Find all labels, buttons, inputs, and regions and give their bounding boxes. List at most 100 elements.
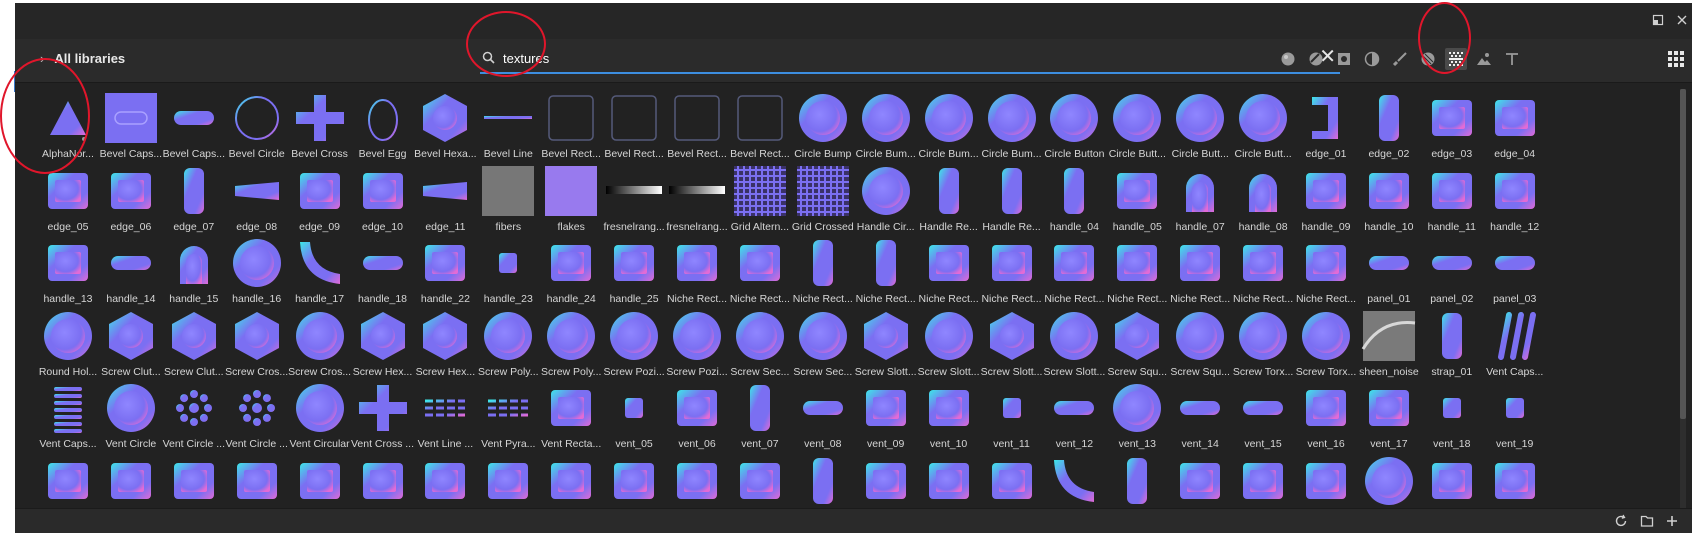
asset-tile[interactable]: Vent Caps... [1482,307,1548,381]
asset-tile[interactable]: Vent Circle ... [161,379,227,453]
asset-tile[interactable]: handle_22 [412,234,478,308]
asset-tile[interactable]: sheen_noise [1356,307,1422,381]
asset-tile[interactable]: Screw Clut... [161,307,227,381]
asset-tile[interactable]: Vent Circle ... [224,379,290,453]
asset-tile[interactable]: handle_25 [601,234,667,308]
asset-tile[interactable]: vent_09 [853,379,919,453]
asset-tile[interactable]: Screw Pozi... [601,307,667,381]
asset-tile[interactable]: Niche Rect... [727,234,793,308]
asset-tile[interactable]: vent_05 [601,379,667,453]
new-folder-icon[interactable] [1640,514,1654,531]
asset-tile[interactable]: Vent Circle [98,379,164,453]
asset-tile[interactable]: handle_17 [287,234,353,308]
asset-tile[interactable]: panel_01 [1356,234,1422,308]
environment-filter-icon[interactable] [1473,48,1495,70]
asset-tile[interactable]: strap_01 [1419,307,1485,381]
search-bar[interactable]: ✕ [480,43,1340,74]
asset-tile[interactable]: Screw Sec... [727,307,793,381]
asset-tile[interactable]: Vent Caps... [35,379,101,453]
asset-tile[interactable]: vent_18 [1419,379,1485,453]
asset-tile[interactable]: Niche Rect... [1293,234,1359,308]
asset-tile[interactable]: Screw Torx... [1293,307,1359,381]
maximize-icon[interactable] [1652,13,1664,29]
asset-tile[interactable]: panel_03 [1482,234,1548,308]
asset-tile[interactable]: edge_08 [224,162,290,236]
asset-tile[interactable]: Screw Poly... [475,307,541,381]
asset-tile[interactable]: vent_14 [1167,379,1233,453]
asset-tile[interactable]: vent_08 [790,379,856,453]
asset-tile[interactable]: edge_02 [1356,89,1422,163]
asset-tile[interactable]: Vent Line ... [412,379,478,453]
asset-tile[interactable]: Bevel Rect... [538,89,604,163]
asset-tile[interactable]: Niche Rect... [853,234,919,308]
asset-tile[interactable]: handle_07 [1167,162,1233,236]
asset-tile[interactable]: edge_03 [1419,89,1485,163]
asset-tile[interactable]: Bevel Rect... [664,89,730,163]
asset-tile[interactable]: Circle Bum... [979,89,1045,163]
asset-tile[interactable]: edge_10 [350,162,416,236]
asset-tile[interactable]: vent_16 [1293,379,1359,453]
asset-tile[interactable]: vent_07 [727,379,793,453]
asset-tile[interactable]: Screw Squ... [1167,307,1233,381]
asset-tile[interactable]: Circle Butt... [1230,89,1296,163]
asset-tile[interactable]: handle_12 [1482,162,1548,236]
asset-tile[interactable]: edge_11 [412,162,478,236]
asset-tile[interactable]: Round Hol... [35,307,101,381]
asset-tile[interactable]: Niche Rect... [664,234,730,308]
asset-tile[interactable]: Screw Hex... [412,307,478,381]
brush-filter-icon[interactable] [1389,48,1411,70]
asset-tile[interactable]: Screw Hex... [350,307,416,381]
asset-tile[interactable]: Screw Poly... [538,307,604,381]
asset-tile[interactable]: Niche Rect... [979,234,1045,308]
asset-tile[interactable]: Screw Slott... [853,307,919,381]
asset-tile[interactable]: edge_04 [1482,89,1548,163]
asset-tile[interactable]: Bevel Rect... [727,89,793,163]
asset-tile[interactable]: flakes [538,162,604,236]
asset-tile[interactable]: vent_11 [979,379,1045,453]
asset-tile[interactable]: Circle Butt... [1104,89,1170,163]
asset-tile[interactable]: Screw Cros... [287,307,353,381]
asset-tile[interactable]: fibers [475,162,541,236]
asset-tile[interactable]: vent_17 [1356,379,1422,453]
asset-tile[interactable]: handle_15 [161,234,227,308]
asset-tile[interactable]: fresnelrang... [601,162,667,236]
asset-tile[interactable]: Vent Pyra... [475,379,541,453]
asset-tile[interactable]: Grid Crossed [790,162,856,236]
add-icon[interactable] [1665,514,1679,531]
asset-tile[interactable]: Bevel Circle [224,89,290,163]
asset-tile[interactable]: edge_01 [1293,89,1359,163]
asset-tile[interactable]: Screw Sec... [790,307,856,381]
asset-tile[interactable]: handle_14 [98,234,164,308]
asset-tile[interactable]: handle_13 [35,234,101,308]
asset-tile[interactable]: handle_05 [1104,162,1170,236]
close-icon[interactable] [1676,13,1688,29]
sphere-filter-icon[interactable] [1277,48,1299,70]
asset-tile[interactable]: handle_23 [475,234,541,308]
asset-tile[interactable]: Handle Re... [916,162,982,236]
asset-tile[interactable]: handle_04 [1041,162,1107,236]
asset-tile[interactable]: handle_10 [1356,162,1422,236]
asset-tile[interactable]: Bevel Caps... [161,89,227,163]
asset-tile[interactable]: vent_19 [1482,379,1548,453]
asset-tile[interactable]: Screw Pozi... [664,307,730,381]
asset-tile[interactable]: panel_02 [1419,234,1485,308]
asset-tile[interactable]: Vent Circular [287,379,353,453]
asset-tile[interactable]: edge_07 [161,162,227,236]
asset-tile[interactable]: Circle Button [1041,89,1107,163]
asset-tile[interactable]: Niche Rect... [1104,234,1170,308]
grid-view-icon[interactable] [1665,48,1687,70]
asset-tile[interactable]: Vent Cross ... [350,379,416,453]
asset-tile[interactable]: Circle Butt... [1167,89,1233,163]
asset-tile[interactable]: vent_12 [1041,379,1107,453]
asset-tile[interactable]: Circle Bum... [916,89,982,163]
material-filter-icon[interactable] [1305,48,1327,70]
square-filter-icon[interactable] [1333,48,1355,70]
asset-tile[interactable]: Circle Bump [790,89,856,163]
asset-tile[interactable]: Circle Bum... [853,89,919,163]
asset-tile[interactable]: Bevel Line [475,89,541,163]
asset-tile[interactable]: Screw Squ... [1104,307,1170,381]
asset-tile[interactable]: Niche Rect... [1041,234,1107,308]
text-filter-icon[interactable] [1501,48,1523,70]
refresh-icon[interactable] [1614,514,1628,531]
asset-tile[interactable]: Screw Clut... [98,307,164,381]
